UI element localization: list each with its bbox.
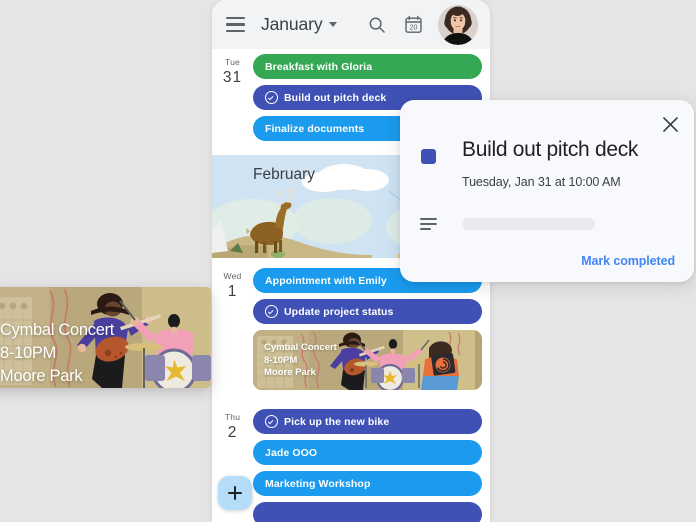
event-chip-label: Update project status — [284, 305, 394, 318]
concert-card-title: Cymbal Concert — [0, 321, 115, 339]
event-chip[interactable]: Breakfast with Gloria — [253, 54, 482, 79]
mark-completed-button[interactable]: Mark completed — [581, 254, 675, 268]
event-detail-title: Build out pitch deck — [462, 138, 639, 161]
day-of-week: Wed — [223, 271, 242, 281]
agenda-day-row: Wed 1 Appointment with Emily Update proj… — [212, 263, 490, 404]
check-circle-icon — [265, 91, 278, 104]
create-event-fab[interactable] — [218, 476, 252, 510]
event-chip[interactable]: Jade OOO — [253, 440, 482, 465]
hamburger-menu-icon[interactable] — [226, 17, 245, 32]
screen-root: January 20 Tue 31 Breakfast with Gloria … — [0, 0, 696, 522]
app-header: January 20 — [212, 0, 490, 49]
day-of-week: Thu — [224, 412, 241, 422]
event-chip-label: Pick up the new bike — [284, 415, 390, 428]
day-number: 1 — [227, 283, 238, 300]
check-circle-icon — [265, 415, 278, 428]
event-chip-partial[interactable] — [253, 502, 482, 522]
search-icon[interactable] — [364, 12, 390, 38]
task-chip[interactable]: Pick up the new bike — [253, 409, 482, 434]
event-chip-label: Finalize documents — [265, 122, 365, 135]
event-detail-popup: Build out pitch deck Tuesday, Jan 31 at … — [400, 100, 694, 282]
floating-concert-card[interactable]: Cymbal Concert 8-10PM Moore Park — [0, 287, 211, 388]
day-number: 2 — [227, 424, 238, 441]
day-label: Wed 1 — [212, 263, 253, 404]
month-banner-label: February — [253, 166, 316, 183]
month-selector-label: January — [261, 14, 323, 34]
event-chip-label: Breakfast with Gloria — [265, 60, 373, 73]
day-events: Appointment with Emily Update project st… — [253, 263, 490, 404]
check-circle-icon — [265, 305, 278, 318]
event-chip-label: Appointment with Emily — [265, 274, 387, 287]
image-event-card[interactable]: Cymbal Concert 8-10PM Moore Park — [253, 330, 482, 390]
event-color-swatch — [421, 149, 436, 164]
calendar-icon-day-number: 20 — [409, 24, 417, 31]
event-chip[interactable]: Marketing Workshop — [253, 471, 482, 496]
concert-card-time: 8-10PM — [0, 344, 56, 362]
notes-lines-icon — [420, 217, 438, 231]
image-event-location: Moore Park — [264, 367, 316, 378]
event-chip-label: Jade OOO — [265, 446, 318, 459]
calendar-icon[interactable]: 20 — [400, 12, 426, 38]
task-chip[interactable]: Update project status — [253, 299, 482, 324]
chevron-down-icon — [328, 21, 337, 27]
event-description-placeholder[interactable] — [462, 218, 595, 230]
day-number: 31 — [222, 69, 243, 86]
image-event-title: Cymbal Concert — [264, 342, 337, 353]
day-events: Pick up the new bike Jade OOO Marketing … — [253, 404, 490, 522]
agenda-day-row: Thu 2 Pick up the new bike Jade OOO Mark… — [212, 404, 490, 522]
concert-card-text: Cymbal Concert 8-10PM Moore Park — [0, 319, 114, 388]
close-icon[interactable] — [658, 112, 682, 136]
user-avatar[interactable] — [438, 4, 478, 45]
day-of-week: Tue — [225, 57, 240, 67]
event-chip-label: Marketing Workshop — [265, 477, 371, 490]
month-selector[interactable]: January — [261, 14, 337, 35]
day-label: Tue 31 — [212, 49, 253, 155]
concert-card-location: Moore Park — [0, 367, 83, 385]
image-event-text: Cymbal Concert 8-10PM Moore Park — [264, 342, 337, 380]
event-detail-datetime: Tuesday, Jan 31 at 10:00 AM — [462, 175, 621, 189]
image-event-time: 8-10PM — [264, 354, 298, 366]
event-chip-label: Build out pitch deck — [284, 91, 387, 104]
